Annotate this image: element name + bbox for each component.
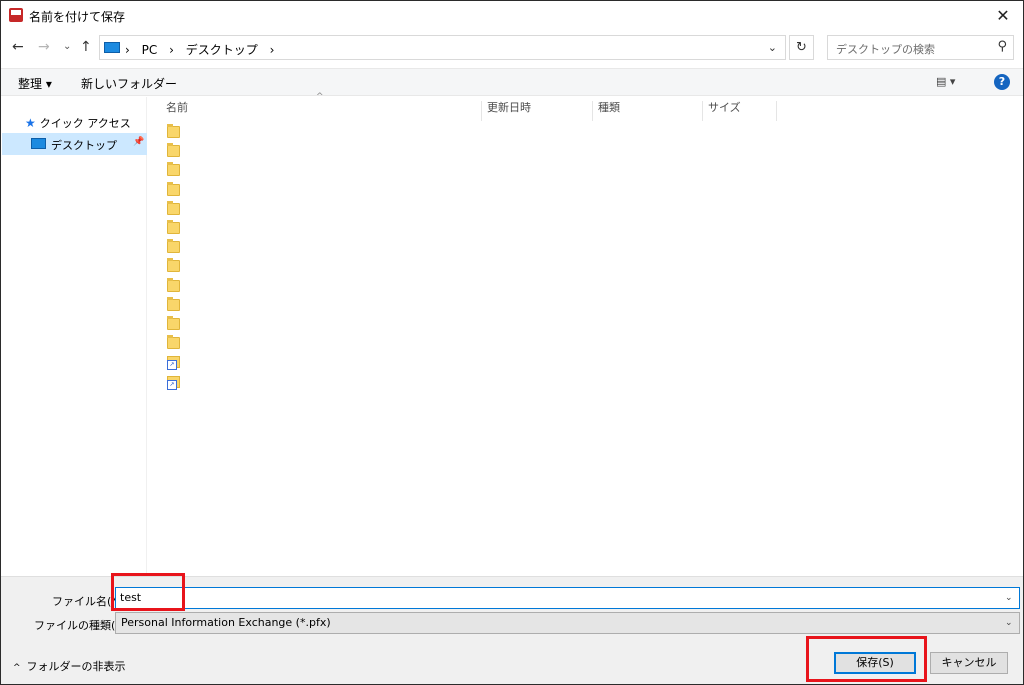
breadcrumb-separator[interactable]: ›	[125, 43, 130, 57]
sidebar-item-quick-access[interactable]: ★ クイック アクセス	[25, 115, 131, 131]
breadcrumb-pc[interactable]: PC	[142, 43, 158, 57]
shortcut-icon	[167, 375, 180, 390]
filename-input[interactable]: test	[115, 587, 1020, 609]
file-list-item[interactable]	[167, 335, 183, 351]
help-icon[interactable]: ?	[994, 74, 1010, 90]
folder-icon	[167, 258, 180, 273]
column-header-name[interactable]: 名前	[161, 101, 482, 121]
folder-icon	[167, 200, 180, 215]
command-toolbar: 整理 ▾ 新しいフォルダー ▤ ▾ ?	[1, 68, 1023, 96]
title-bar: 名前を付けて保存 ✕	[1, 1, 1023, 31]
dialog-title: 名前を付けて保存	[29, 10, 126, 24]
view-options-icon[interactable]: ▤ ▾	[936, 75, 955, 88]
folder-icon	[167, 143, 180, 158]
sidebar-item-label: デスクトップ	[51, 139, 117, 152]
pin-icon: 📌	[133, 137, 145, 147]
breadcrumb-desktop[interactable]: デスクトップ	[186, 43, 258, 57]
column-header-size[interactable]: サイズ	[703, 101, 777, 121]
folder-icon	[167, 162, 180, 177]
address-bar[interactable]: › PC › デスクトップ › ⌄	[99, 35, 786, 60]
save-as-dialog: 名前を付けて保存 ✕ ← → ⌄ ↑ › PC › デスクトップ › ⌄ ↻ デ…	[0, 0, 1024, 685]
app-icon	[9, 8, 23, 22]
file-list-item[interactable]	[167, 162, 183, 178]
folder-icon	[167, 181, 180, 196]
folder-icon	[167, 277, 180, 292]
folder-icon	[167, 316, 180, 330]
chevron-down-icon[interactable]: ⌄	[1005, 618, 1013, 628]
cancel-button[interactable]: キャンセル	[930, 652, 1008, 674]
breadcrumb-separator[interactable]: ›	[270, 43, 275, 57]
column-header-date-modified[interactable]: 更新日時	[482, 101, 593, 121]
up-arrow-icon[interactable]: ↑	[80, 39, 92, 55]
close-button[interactable]: ✕	[989, 4, 1017, 28]
recent-locations-chevron-icon[interactable]: ⌄	[63, 41, 71, 52]
search-icon[interactable]: ⚲	[997, 39, 1007, 54]
sidebar-item-desktop[interactable]: デスクトップ 📌	[2, 133, 147, 155]
filetype-select[interactable]: Personal Information Exchange (*.pfx)	[115, 612, 1020, 634]
file-list-item[interactable]	[167, 200, 183, 217]
chevron-down-icon[interactable]: ⌄	[1005, 593, 1013, 603]
file-list: ^ 名前 更新日時 種類 サイズ	[148, 92, 1023, 575]
file-list-item[interactable]	[167, 220, 183, 236]
pc-icon	[104, 42, 120, 53]
hide-folders-label: フォルダーの非表示	[26, 660, 126, 673]
folder-icon	[167, 239, 180, 254]
file-list-item[interactable]	[167, 296, 183, 313]
save-button[interactable]: 保存(S)	[834, 652, 916, 674]
new-folder-button[interactable]: 新しいフォルダー	[81, 75, 177, 92]
search-box[interactable]: デスクトップの検索 ⚲	[827, 35, 1014, 60]
forward-arrow-icon[interactable]: →	[38, 39, 50, 55]
file-list-item[interactable]	[167, 354, 183, 371]
sidebar-item-label: クイック アクセス	[39, 117, 131, 130]
column-header-type[interactable]: 種類	[593, 101, 703, 121]
folder-icon	[167, 124, 180, 138]
file-list-item[interactable]	[167, 258, 183, 274]
file-list-item[interactable]	[167, 239, 183, 255]
file-list-item[interactable]	[167, 124, 183, 140]
star-icon: ★	[25, 116, 36, 130]
breadcrumb-separator[interactable]: ›	[169, 43, 174, 57]
breadcrumb: › PC › デスクトップ ›	[125, 41, 282, 58]
folder-icon	[167, 296, 180, 311]
refresh-button[interactable]: ↻	[789, 35, 814, 60]
chevron-down-icon[interactable]: ⌄	[768, 41, 777, 54]
desktop-icon	[31, 138, 46, 149]
folder-icon	[167, 220, 180, 234]
search-placeholder: デスクトップの検索	[836, 43, 935, 56]
folder-icon	[167, 335, 180, 350]
shortcut-icon	[167, 356, 180, 371]
file-list-item[interactable]	[167, 316, 183, 332]
file-list-item[interactable]	[167, 143, 183, 159]
file-list-item[interactable]	[167, 277, 183, 294]
file-list-item[interactable]	[167, 374, 183, 390]
file-list-item[interactable]	[167, 181, 183, 198]
hide-folders-toggle[interactable]: ^ フォルダーの非表示	[13, 658, 126, 674]
back-arrow-icon[interactable]: ←	[12, 39, 24, 55]
organize-button[interactable]: 整理 ▾	[18, 75, 52, 92]
save-form: ファイル名(N): test ⌄ ファイルの種類(T): Personal In…	[1, 576, 1023, 684]
chevron-up-icon: ^	[13, 663, 21, 673]
navigation-pane: ★ クイック アクセス デスクトップ 📌	[1, 97, 147, 575]
navigation-bar: ← → ⌄ ↑ › PC › デスクトップ › ⌄ ↻ デスクトップの検索 ⚲	[1, 31, 1023, 65]
